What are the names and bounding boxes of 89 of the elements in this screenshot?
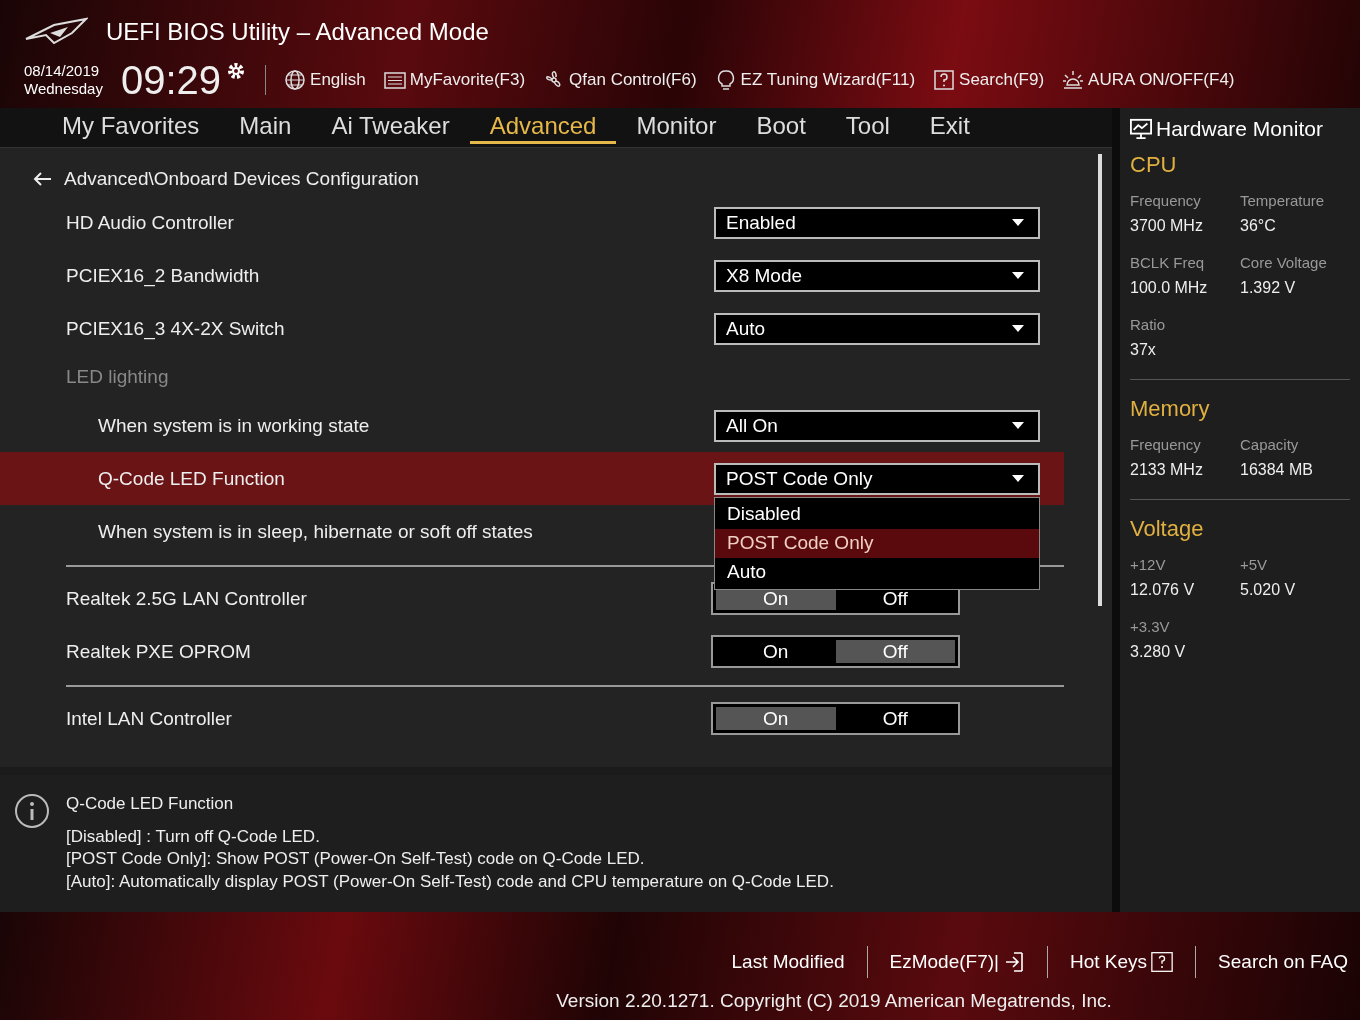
window-title: UEFI BIOS Utility – Advanced Mode <box>106 18 489 46</box>
reading-label: +5V <box>1240 556 1269 573</box>
caret-icon <box>1012 421 1024 430</box>
menu-tab[interactable]: Tool <box>825 111 910 144</box>
reading-label: Temperature <box>1240 192 1326 209</box>
globe-icon <box>284 69 307 91</box>
reading-label: Ratio <box>1130 316 1167 333</box>
setting-label: PCIEX16_3 4X-2X Switch <box>66 317 285 340</box>
dropdown[interactable]: X8 Mode <box>714 259 1040 292</box>
dropdown-option[interactable]: POST Code Only <box>715 528 1039 558</box>
footer-button[interactable]: Last Modified <box>709 951 845 973</box>
toolbar-button[interactable]: AURA ON/OFF(F4) <box>1062 69 1235 91</box>
caret-icon <box>1012 474 1024 483</box>
dropdown[interactable]: Enabled <box>714 206 1040 239</box>
setting-label: HD Audio Controller <box>66 211 234 234</box>
reading-value: 37x <box>1130 341 1157 359</box>
help-title: Q-Code LED Function <box>66 793 235 815</box>
reading-label: Frequency <box>1130 436 1202 453</box>
reading-value: 1.392 V <box>1240 279 1297 297</box>
lamp-icon <box>1062 69 1085 91</box>
toolbar-button[interactable]: EZ Tuning Wizard(F11) <box>714 69 916 91</box>
reading-value: 100.0 MHz <box>1130 279 1209 297</box>
setting-label: Realtek 2.5G LAN Controller <box>66 587 307 610</box>
help-text: [Auto]: Automatically display POST (Power-On Self-Test) code and CPU temperature on Q-Code LED. <box>66 870 834 893</box>
info-icon <box>14 793 50 829</box>
on-off-switch[interactable]: On Off <box>711 635 960 668</box>
on-off-switch[interactable]: On Off <box>711 702 960 735</box>
reading-value: 3.280 V <box>1130 643 1187 661</box>
version-text: Version 2.20.1271. Copyright (C) 2019 American Megatrends, Inc. <box>556 990 1112 1012</box>
setting-label: When system is in sleep, hibernate or soft off states <box>98 520 533 543</box>
reading-label: Capacity <box>1240 436 1300 453</box>
menu-tab[interactable]: Ai Tweaker <box>311 111 470 144</box>
toolbar-button[interactable]: MyFavorite(F3) <box>383 69 526 91</box>
reading-label: BCLK Freq <box>1130 254 1206 271</box>
section-heading: LED lighting <box>65 365 170 389</box>
weekday-text: Wednesday <box>24 80 103 98</box>
toolbar-button[interactable]: English <box>284 69 366 91</box>
menu-tab[interactable]: Exit <box>909 111 990 144</box>
toolbar-button[interactable]: Search(F9) <box>933 69 1045 91</box>
setting-label: Q-Code LED Function <box>98 467 285 490</box>
monitor-icon <box>1130 118 1152 140</box>
reading-value: 16384 MB <box>1240 461 1314 479</box>
reading-value: 36°C <box>1240 217 1277 235</box>
footer-button[interactable]: Hot Keys <box>1048 951 1174 973</box>
setting-label: When system is in working state <box>98 414 370 437</box>
dropdown[interactable]: Auto <box>714 312 1040 345</box>
exit-arrow-icon <box>1003 951 1025 973</box>
setting-label: PCIEX16_2 Bandwidth <box>66 264 260 287</box>
breadcrumb-path: Advanced\Onboard Devices Configuration <box>64 168 419 190</box>
caret-icon <box>1012 218 1024 227</box>
switch-option[interactable]: Off <box>835 640 955 663</box>
back-arrow-icon[interactable] <box>32 171 52 187</box>
list-icon <box>383 69 406 91</box>
reading-value: 12.076 V <box>1130 581 1196 599</box>
scrollbar[interactable] <box>1098 154 1102 606</box>
switch-option[interactable]: On <box>716 707 836 730</box>
menu-tab[interactable]: Boot <box>736 111 826 144</box>
menu-tab[interactable]: Main <box>219 111 312 144</box>
dropdown-option[interactable]: Disabled <box>715 499 1039 529</box>
caret-icon <box>1012 324 1024 333</box>
menu-tab[interactable]: Advanced <box>469 111 617 144</box>
reading-label: +12V <box>1130 556 1167 573</box>
menu-tab[interactable]: My Favorites <box>42 111 220 144</box>
clock-time: 09:29 <box>120 60 222 100</box>
section-title: CPU <box>1130 152 1178 178</box>
reading-value: 3700 MHz <box>1130 217 1204 235</box>
setting-label: Intel LAN Controller <box>66 707 232 730</box>
setting-label: Realtek PXE OPROM <box>66 640 251 663</box>
reading-value: 5.020 V <box>1240 581 1297 599</box>
dropdown[interactable]: All On <box>714 409 1040 442</box>
reading-label: Frequency <box>1130 192 1202 209</box>
caret-icon <box>1012 271 1024 280</box>
help-text: [POST Code Only]: Show POST (Power-On Self-Test) code on Q-Code LED. <box>66 848 646 870</box>
reading-label: +3.3V <box>1130 618 1171 635</box>
toolbar-button[interactable]: Qfan Control(F6) <box>543 69 697 91</box>
menu-tab[interactable]: Monitor <box>616 111 737 144</box>
reading-label: Core Voltage <box>1240 254 1328 271</box>
help-icon <box>1151 951 1174 973</box>
dropdown[interactable]: POST Code Only <box>714 462 1040 495</box>
help-text: [Disabled] : Turn off Q-Code LED. <box>66 825 321 848</box>
section-title: Voltage <box>1130 516 1205 542</box>
reading-value: 2133 MHz <box>1130 461 1204 479</box>
section-title: Memory <box>1130 396 1211 422</box>
footer-button[interactable]: Search on FAQ <box>1196 951 1348 973</box>
eye-logo-icon <box>24 17 88 47</box>
date-text: 08/14/2019 <box>24 62 101 80</box>
panel-title: Hardware Monitor <box>1156 117 1323 141</box>
footer-button[interactable]: EzMode(F7)| <box>867 951 1025 973</box>
help-icon <box>933 69 956 91</box>
